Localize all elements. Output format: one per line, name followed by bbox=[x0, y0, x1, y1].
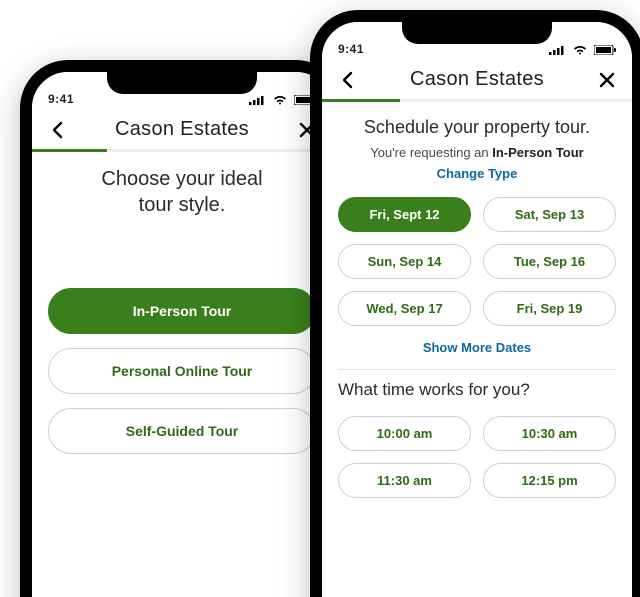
close-icon bbox=[599, 72, 615, 88]
date-chip[interactable]: Fri, Sept 12 bbox=[338, 197, 471, 232]
phone-front: 9:41 Cason Estates Sched bbox=[310, 10, 640, 597]
requesting-text: You're requesting an In-Person Tour bbox=[338, 145, 616, 160]
signal-icon bbox=[549, 45, 565, 55]
option-in-person[interactable]: In-Person Tour bbox=[48, 288, 316, 334]
signal-icon bbox=[249, 95, 265, 105]
phone-notch bbox=[107, 70, 257, 94]
date-chip[interactable]: Sat, Sep 13 bbox=[483, 197, 616, 232]
status-time: 9:41 bbox=[48, 92, 74, 106]
page-title: Cason Estates bbox=[115, 118, 249, 141]
chevron-left-icon bbox=[50, 121, 64, 139]
time-grid: 10:00 am 10:30 am 11:30 am 12:15 pm bbox=[338, 416, 616, 498]
phone-notch bbox=[402, 20, 552, 44]
date-chip[interactable]: Sun, Sep 14 bbox=[338, 244, 471, 279]
status-icons bbox=[245, 92, 316, 106]
show-more-dates-link[interactable]: Show More Dates bbox=[338, 340, 616, 355]
close-button[interactable] bbox=[596, 72, 618, 88]
wifi-icon bbox=[273, 95, 287, 105]
wifi-icon bbox=[573, 45, 587, 55]
status-icons bbox=[545, 42, 616, 56]
heading-line1: Choose your ideal bbox=[101, 168, 262, 190]
date-chip[interactable]: Fri, Sep 19 bbox=[483, 291, 616, 326]
back-button[interactable] bbox=[336, 71, 358, 89]
nav-header: Cason Estates bbox=[32, 108, 332, 149]
nav-header: Cason Estates bbox=[322, 58, 632, 99]
date-chip[interactable]: Tue, Sep 16 bbox=[483, 244, 616, 279]
option-personal-online[interactable]: Personal Online Tour bbox=[48, 348, 316, 394]
chevron-left-icon bbox=[340, 71, 354, 89]
requesting-prefix: You're requesting an bbox=[370, 145, 492, 160]
date-chip[interactable]: Wed, Sep 17 bbox=[338, 291, 471, 326]
back-button[interactable] bbox=[46, 121, 68, 139]
date-grid: Fri, Sept 12 Sat, Sep 13 Sun, Sep 14 Tue… bbox=[338, 197, 616, 326]
time-chip[interactable]: 12:15 pm bbox=[483, 463, 616, 498]
heading: Schedule your property tour. bbox=[338, 116, 616, 139]
battery-icon bbox=[594, 45, 616, 55]
time-chip[interactable]: 10:00 am bbox=[338, 416, 471, 451]
time-chip[interactable]: 10:30 am bbox=[483, 416, 616, 451]
tour-type-options: In-Person Tour Personal Online Tour Self… bbox=[48, 288, 316, 454]
heading: Choose your ideal tour style. bbox=[48, 166, 316, 218]
change-type-link[interactable]: Change Type bbox=[338, 166, 616, 181]
heading-line2: tour style. bbox=[139, 194, 226, 216]
option-self-guided[interactable]: Self-Guided Tour bbox=[48, 408, 316, 454]
divider bbox=[338, 369, 616, 370]
time-chip[interactable]: 11:30 am bbox=[338, 463, 471, 498]
phone-back: 9:41 Cason Estates bbox=[20, 60, 344, 597]
page-title: Cason Estates bbox=[410, 68, 544, 91]
requesting-type: In-Person Tour bbox=[492, 145, 583, 160]
status-time: 9:41 bbox=[338, 42, 364, 56]
time-question: What time works for you? bbox=[338, 380, 616, 400]
